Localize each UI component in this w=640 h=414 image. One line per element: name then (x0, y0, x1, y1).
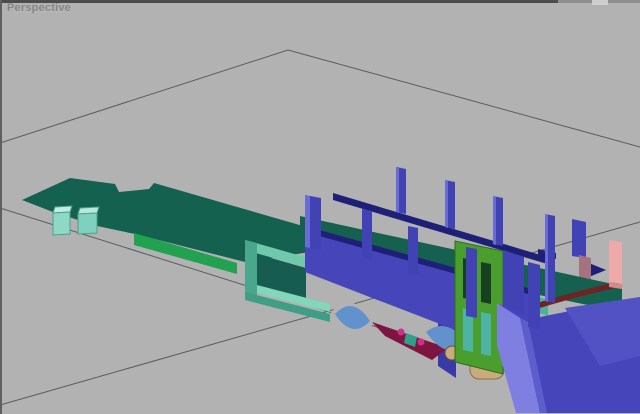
near-stake-4 (466, 247, 477, 318)
near-stake-1-highlight (305, 195, 310, 248)
perspective-viewport-canvas[interactable] (0, 0, 640, 414)
near-stake-2 (362, 209, 372, 260)
viewport-label[interactable]: Perspective (7, 2, 71, 14)
corner-post-pink (609, 240, 622, 289)
viewport-left-border (0, 0, 2, 414)
suspension-magenta-1 (398, 329, 405, 336)
viewport-top-border (0, 0, 640, 3)
channel-left-web (245, 240, 257, 296)
toolbox-right-front (78, 213, 97, 234)
far-stake-3-highlight (493, 196, 496, 245)
far-stake-5 (572, 219, 586, 258)
rack-slot-dark-2 (481, 262, 491, 304)
panel-right-of-rack (503, 250, 524, 316)
wheel-arch-1 (331, 302, 372, 329)
far-stake-4 (545, 214, 555, 303)
toolbox-left-front (53, 212, 70, 235)
cab-bumper (497, 297, 640, 413)
headache-rack (455, 241, 503, 374)
near-stake-5 (528, 262, 540, 330)
grid-line-far-corner (0, 50, 640, 147)
suspension-magenta-2 (418, 339, 425, 346)
rack-insert-teal-2 (481, 312, 491, 356)
far-stake-2-highlight (445, 180, 448, 228)
viewport-window: Perspective (0, 0, 640, 414)
near-stake-3 (408, 226, 418, 275)
far-stake-1-highlight (396, 167, 399, 213)
viewport-corner-notch (592, 0, 608, 5)
arch1-fender (335, 306, 370, 329)
rack-frame (455, 241, 503, 374)
